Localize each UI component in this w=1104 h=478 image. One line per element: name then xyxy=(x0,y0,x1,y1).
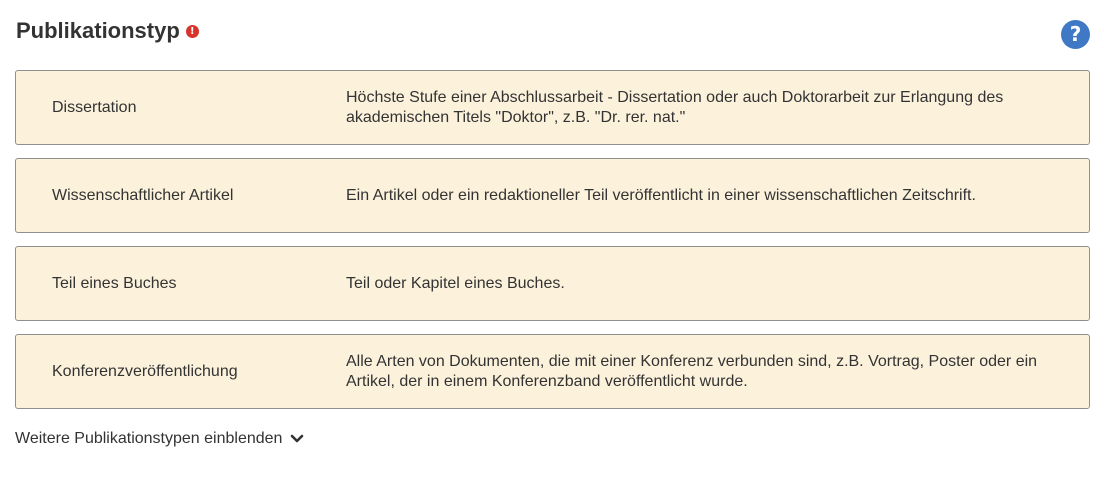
type-description: Teil oder Kapitel eines Buches. xyxy=(346,274,565,292)
chevron-down-icon xyxy=(291,434,304,443)
section-title: Publikationstyp xyxy=(16,18,180,43)
publication-type-teil-eines-buches[interactable]: Teil eines Buches Teil oder Kapitel eine… xyxy=(15,246,1090,321)
type-name: Dissertation xyxy=(52,98,137,116)
section-header: Publikationstyp ! ? xyxy=(16,16,1090,50)
type-description: Alle Arten von Dokumenten, die mit einer… xyxy=(346,352,1038,390)
exclamation-circle-icon: ! xyxy=(185,24,199,38)
type-name: Wissenschaftlicher Artikel xyxy=(52,186,234,204)
type-name: Konferenzveröffentlichung xyxy=(52,362,238,380)
publication-type-konferenzveroeffentlichung[interactable]: Konferenzveröffentlichung Alle Arten von… xyxy=(15,334,1090,409)
publication-type-list: Dissertation Höchste Stufe einer Abschlu… xyxy=(15,70,1090,422)
question-circle-icon[interactable]: ? xyxy=(1061,20,1090,49)
publication-type-wissenschaftlicher-artikel[interactable]: Wissenschaftlicher Artikel Ein Artikel o… xyxy=(15,158,1090,233)
type-name: Teil eines Buches xyxy=(52,274,177,292)
publication-type-dissertation[interactable]: Dissertation Höchste Stufe einer Abschlu… xyxy=(15,70,1090,145)
show-more-types-link[interactable]: Weitere Publikationstypen einblenden xyxy=(15,430,304,448)
type-description: Ein Artikel oder ein redaktioneller Teil… xyxy=(346,186,976,204)
type-description: Höchste Stufe einer Abschlussarbeit - Di… xyxy=(346,88,1004,126)
page-title: Publikationstyp ! xyxy=(16,18,199,44)
show-more-label: Weitere Publikationstypen einblenden xyxy=(15,430,283,447)
